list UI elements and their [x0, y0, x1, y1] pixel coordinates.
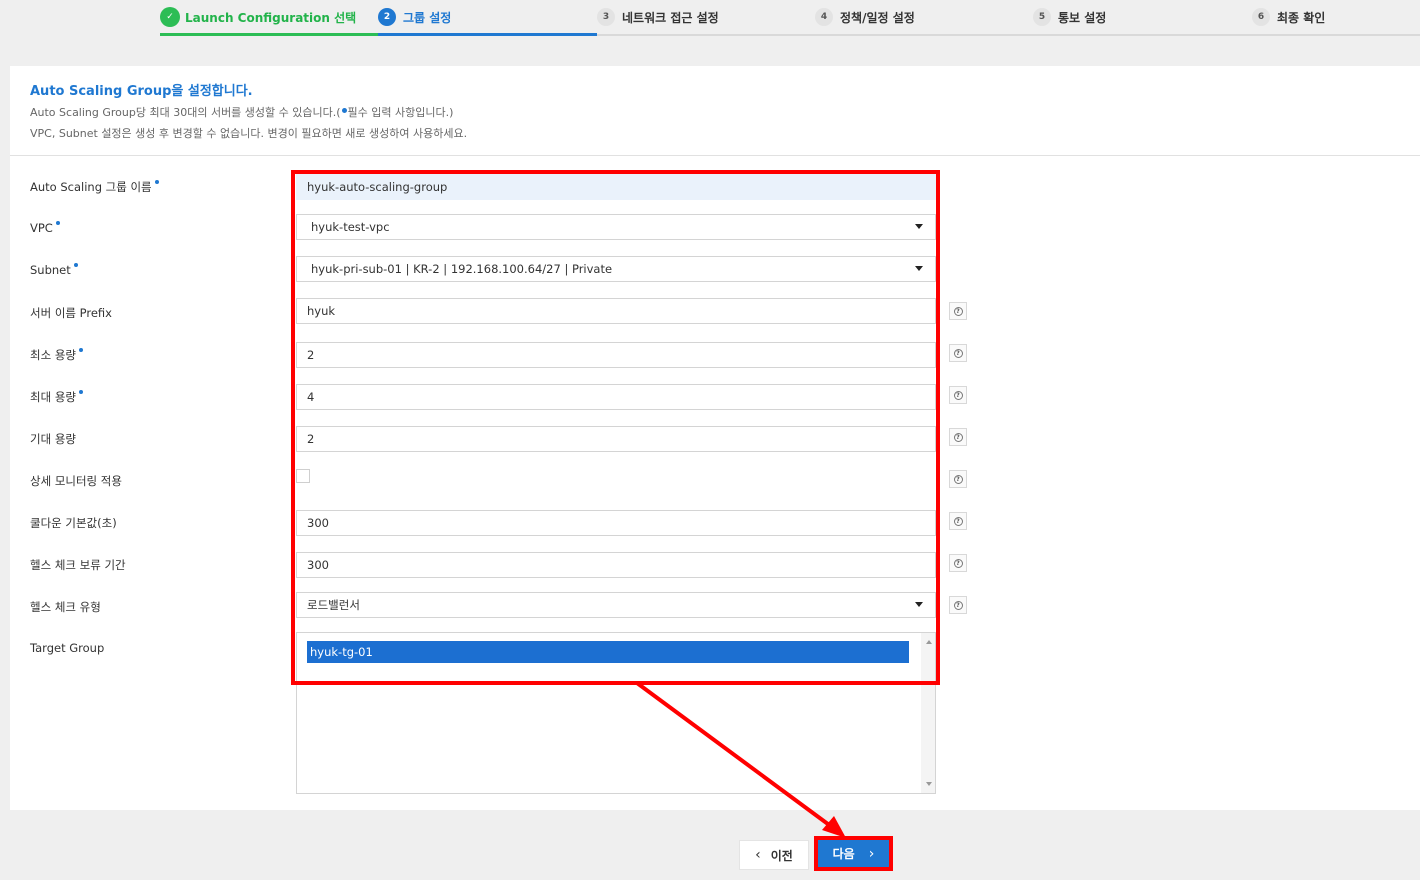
caret-down-icon — [915, 266, 923, 271]
scroll-up-icon[interactable] — [926, 640, 932, 644]
step-label: 최종 확인 — [1277, 10, 1326, 25]
help-icon[interactable]: ? — [949, 596, 967, 614]
step-label: 정책/일정 설정 — [840, 10, 915, 25]
server-prefix-input[interactable]: hyuk — [296, 298, 936, 324]
step-label: 통보 설정 — [1058, 10, 1107, 25]
target-group-listbox[interactable]: hyuk-tg-01 — [296, 632, 936, 794]
vpc-select[interactable]: hyuk-test-vpc — [296, 214, 936, 240]
chevron-right-icon: › — [868, 845, 875, 862]
min-capacity-input[interactable]: 2 — [296, 342, 936, 368]
label-vpc: VPC — [30, 221, 60, 235]
help-icon[interactable]: ? — [949, 344, 967, 362]
step-1-underline — [160, 33, 378, 36]
help-icon[interactable]: ? — [949, 428, 967, 446]
label-cooldown: 쿨다운 기본값(초) — [30, 516, 117, 530]
label-group-name: Auto Scaling 그룹 이름 — [30, 179, 159, 195]
help-icon[interactable]: ? — [949, 470, 967, 488]
caret-down-icon — [915, 224, 923, 229]
required-dot-icon — [341, 108, 347, 113]
list-item[interactable]: hyuk-tg-01 — [307, 641, 909, 663]
detailed-monitoring-checkbox[interactable] — [296, 469, 310, 483]
step-number: 5 — [1033, 8, 1051, 26]
label-detailed-monitoring: 상세 모니터링 적용 — [30, 474, 122, 488]
page-title: Auto Scaling Group을 설정합니다. — [30, 84, 253, 99]
help-icon[interactable]: ? — [949, 302, 967, 320]
label-health-check-type: 헬스 체크 유형 — [30, 600, 101, 614]
step-label: 그룹 설정 — [403, 10, 452, 25]
step-2-underline — [378, 33, 597, 36]
required-dot-icon — [78, 390, 83, 394]
required-dot-icon — [73, 263, 78, 267]
label-health-grace-period: 헬스 체크 보류 기간 — [30, 558, 126, 572]
required-dot-icon — [55, 221, 60, 225]
subnet-select[interactable]: hyuk-pri-sub-01 | KR-2 | 192.168.100.64/… — [296, 256, 936, 282]
label-min-capacity: 최소 용량 — [30, 347, 83, 363]
listbox-scrollbar[interactable] — [921, 633, 935, 793]
step-network-access[interactable]: 3 네트워크 접근 설정 — [597, 6, 719, 28]
step-number: 6 — [1252, 8, 1270, 26]
step-label: 네트워크 접근 설정 — [622, 10, 719, 25]
desired-capacity-input[interactable]: 2 — [296, 426, 936, 452]
prev-button[interactable]: ‹ 이전 — [739, 840, 809, 870]
wizard-stepper: ✓ Launch Configuration 선택 2 그룹 설정 3 네트워크… — [0, 0, 1420, 36]
check-icon: ✓ — [160, 7, 180, 27]
next-button-highlight: 다음 › — [814, 836, 893, 871]
cooldown-input[interactable]: 300 — [296, 510, 936, 536]
label-desired-capacity: 기대 용량 — [30, 432, 76, 446]
step-label: Launch Configuration 선택 — [185, 10, 357, 25]
next-button[interactable]: 다음 › — [818, 840, 889, 867]
health-check-type-select[interactable]: 로드밸런서 — [296, 592, 936, 618]
step-group-settings[interactable]: 2 그룹 설정 — [378, 6, 451, 28]
chevron-left-icon: ‹ — [755, 847, 761, 863]
scroll-down-icon[interactable] — [926, 782, 932, 786]
step-policy-schedule[interactable]: 4 정책/일정 설정 — [815, 6, 915, 28]
panel-header: Auto Scaling Group을 설정합니다. Auto Scaling … — [10, 66, 1420, 156]
group-name-field[interactable]: hyuk-auto-scaling-group — [296, 174, 936, 200]
help-icon[interactable]: ? — [949, 512, 967, 530]
step-final-review[interactable]: 6 최종 확인 — [1252, 6, 1325, 28]
help-icon[interactable]: ? — [949, 386, 967, 404]
step-launch-configuration[interactable]: ✓ Launch Configuration 선택 — [160, 6, 356, 28]
description-line-1: Auto Scaling Group당 최대 30대의 서버를 생성할 수 있습… — [30, 106, 454, 119]
required-dot-icon — [154, 180, 159, 184]
required-dot-icon — [78, 348, 83, 352]
step-number: 2 — [378, 8, 396, 26]
label-max-capacity: 최대 용량 — [30, 389, 83, 405]
description-line-2: VPC, Subnet 설정은 생성 후 변경할 수 없습니다. 변경이 필요하… — [30, 127, 468, 140]
caret-down-icon — [915, 602, 923, 607]
label-subnet: Subnet — [30, 263, 78, 277]
step-notification[interactable]: 5 통보 설정 — [1033, 6, 1106, 28]
step-number: 4 — [815, 8, 833, 26]
label-server-prefix: 서버 이름 Prefix — [30, 306, 112, 320]
label-target-group: Target Group — [30, 641, 105, 655]
step-number: 3 — [597, 8, 615, 26]
max-capacity-input[interactable]: 4 — [296, 384, 936, 410]
health-grace-period-input[interactable]: 300 — [296, 552, 936, 578]
help-icon[interactable]: ? — [949, 554, 967, 572]
